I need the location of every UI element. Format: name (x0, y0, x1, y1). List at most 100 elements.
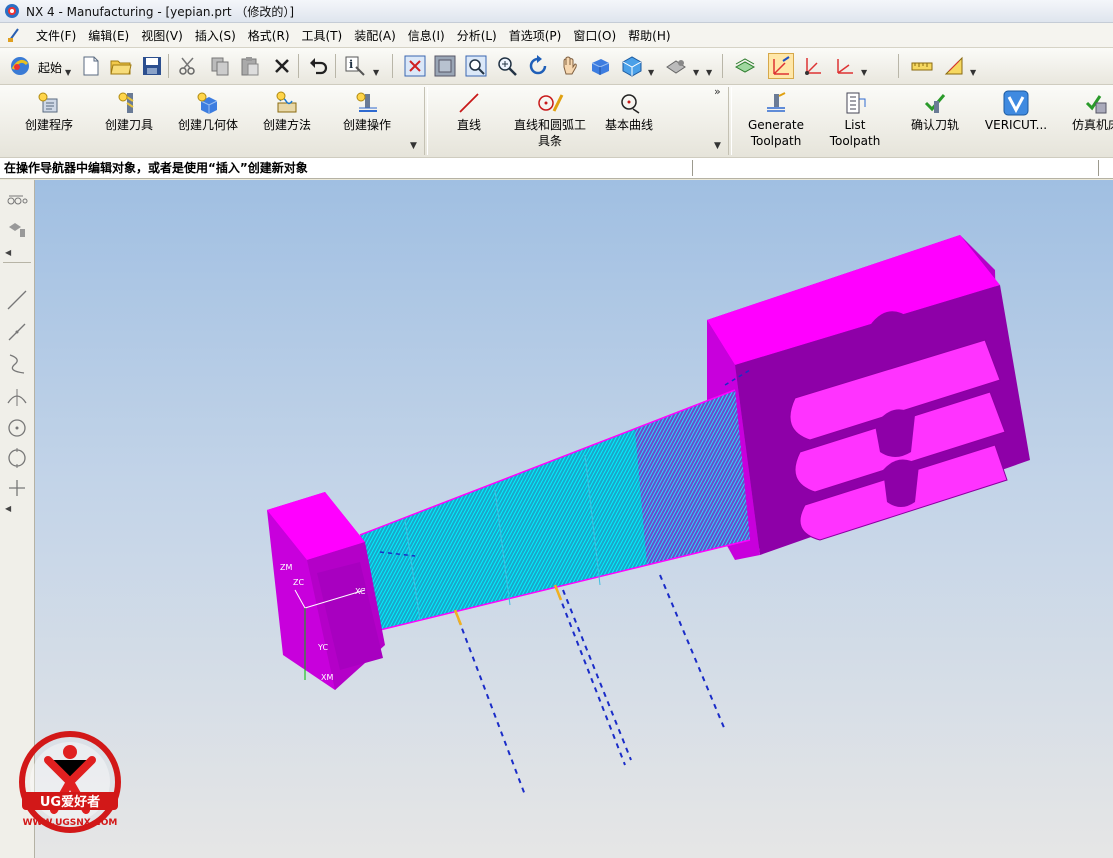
watermark-url: WWW.UGSNX.COM (23, 818, 118, 828)
measure-angle-icon[interactable] (942, 54, 966, 78)
new-file-icon[interactable] (79, 54, 103, 78)
create-geometry-button[interactable]: 创建几何体 (172, 89, 244, 133)
view-dropdown-icon[interactable]: ▼ (648, 68, 654, 77)
generate-toolpath-button[interactable]: Generate Toolpath (744, 89, 808, 149)
create-operation-button[interactable]: 创建操作 (336, 89, 398, 133)
menu-window[interactable]: 窗口(O) (567, 27, 622, 44)
zoom-in-icon[interactable] (495, 54, 519, 78)
zoom-window-icon[interactable] (433, 54, 457, 78)
curve-toolbar-dropdown-icon[interactable]: ▼ (714, 141, 721, 151)
paste-icon[interactable] (238, 54, 262, 78)
info-icon[interactable]: i (343, 54, 367, 78)
axis-label-xc: XC (355, 587, 366, 596)
menu-preferences[interactable]: 首选项(P) (503, 27, 568, 44)
measure-dropdown-icon[interactable]: ▼ (970, 68, 976, 77)
line-arc-toolbar-button[interactable]: 直线和圆弧工 具条 (508, 89, 592, 149)
menu-help[interactable]: 帮助(H) (622, 27, 676, 44)
toolbar-separator (392, 54, 393, 78)
menu-tools[interactable]: 工具(T) (296, 27, 349, 44)
csys-active-icon[interactable] (768, 53, 794, 79)
simulate-machine-button[interactable]: 仿真机床 (1066, 89, 1113, 133)
delete-icon[interactable] (270, 54, 294, 78)
save-icon[interactable] (140, 54, 164, 78)
undo-icon[interactable] (306, 54, 330, 78)
verify-toolpath-button[interactable]: 确认刀轨 (902, 89, 968, 133)
palette-expand-icon[interactable]: ◀ (5, 504, 11, 513)
geometry-view-icon[interactable] (5, 218, 29, 242)
status-message: 在操作导航器中编辑对象，或者是使用“插入”创建新对象 (4, 161, 308, 175)
axis-label-zc: ZC (293, 578, 304, 587)
curve-circle-center-icon[interactable] (5, 416, 29, 440)
curve-tangent-icon[interactable] (5, 384, 29, 408)
menu-assembly[interactable]: 装配(A) (348, 27, 402, 44)
palette-separator (3, 262, 31, 263)
vericut-icon (1003, 90, 1029, 116)
open-folder-icon[interactable] (109, 54, 133, 78)
toolpath-blade (359, 389, 751, 631)
watermark-brand: UG爱好者 (40, 794, 100, 810)
create-tool-icon (118, 92, 134, 113)
menu-view[interactable]: 视图(V) (135, 27, 189, 44)
window-title: NX 4 - Manufacturing - [yepian.prt （修改的）… (26, 4, 295, 19)
toolbar-overflow-icon[interactable]: ▼ (706, 68, 712, 77)
part-root-block (707, 235, 1030, 560)
menu-file[interactable]: 文件(F) (30, 27, 82, 44)
curve-spline-icon[interactable] (5, 352, 29, 376)
toolbar-separator (898, 54, 899, 78)
menu-insert[interactable]: 插入(S) (189, 27, 242, 44)
palette-expand-icon[interactable]: ◀ (5, 248, 11, 257)
menu-grip-icon (8, 28, 19, 42)
line-button[interactable]: 直线 (446, 89, 492, 133)
nx-app-icon (5, 4, 19, 18)
view-cube-icon[interactable] (620, 54, 644, 78)
basic-curves-button[interactable]: 基本曲线 (600, 89, 658, 133)
ops-toolbar-dropdown-icon[interactable]: ▼ (410, 141, 417, 151)
title-bar: NX 4 - Manufacturing - [yepian.prt （修改的）… (0, 0, 1113, 23)
measure-distance-icon[interactable] (910, 54, 934, 78)
curve-circle-icon[interactable] (5, 446, 29, 470)
point-icon[interactable] (5, 476, 29, 500)
pan-icon[interactable] (557, 54, 581, 78)
create-tool-button[interactable]: 创建刀具 (98, 89, 160, 133)
toolbar-separator (298, 54, 299, 78)
menu-format[interactable]: 格式(R) (242, 27, 296, 44)
fit-view-icon[interactable] (403, 54, 427, 78)
graphics-viewport[interactable]: ZM ZC XC YC XM (35, 180, 1113, 858)
csys-dropdown-icon[interactable]: ▼ (861, 68, 867, 77)
csys-origin-icon[interactable] (800, 54, 824, 78)
menu-edit[interactable]: 编辑(E) (82, 27, 135, 44)
copy-icon[interactable] (208, 54, 232, 78)
svg-text:i: i (349, 58, 353, 71)
layer-icon[interactable] (664, 54, 688, 78)
list-toolpath-button[interactable]: List Toolpath (824, 89, 886, 149)
zoom-icon[interactable] (464, 54, 488, 78)
machine-tool-view-icon[interactable] (5, 186, 29, 210)
wcs-icon[interactable] (733, 54, 757, 78)
start-dropdown-icon[interactable]: ▼ (65, 68, 71, 77)
curve-toolbar-overflow-icon[interactable]: » (714, 85, 721, 98)
layer-dropdown-icon[interactable]: ▼ (693, 68, 699, 77)
status-divider (1098, 160, 1099, 176)
axis-label-xm: XM (321, 673, 333, 682)
create-method-button[interactable]: 创建方法 (256, 89, 318, 133)
start-button[interactable]: 起始 (38, 59, 62, 76)
csys-rotate-icon[interactable] (832, 54, 856, 78)
shaded-icon[interactable] (588, 54, 612, 78)
menu-information[interactable]: 信息(I) (402, 27, 451, 44)
vericut-button[interactable]: VERICUT... (980, 89, 1052, 133)
curve-line-points-icon[interactable] (5, 320, 29, 344)
part-tip-block (267, 492, 385, 690)
menu-bar: 文件(F) 编辑(E) 视图(V) 插入(S) 格式(R) 工具(T) 装配(A… (0, 23, 1113, 48)
cut-icon[interactable] (176, 54, 200, 78)
create-program-button[interactable]: 创建程序 (18, 89, 80, 133)
status-divider (692, 160, 693, 176)
curve-line-icon[interactable] (5, 288, 29, 312)
basic-curves-icon (621, 94, 640, 114)
toolbar-separator (168, 54, 169, 78)
info-dropdown-icon[interactable]: ▼ (373, 68, 379, 77)
rotate-icon[interactable] (526, 54, 550, 78)
create-operation-icon (356, 92, 377, 112)
start-icon[interactable] (8, 54, 32, 78)
menu-analysis[interactable]: 分析(L) (451, 27, 503, 44)
verify-toolpath-icon (924, 94, 946, 113)
